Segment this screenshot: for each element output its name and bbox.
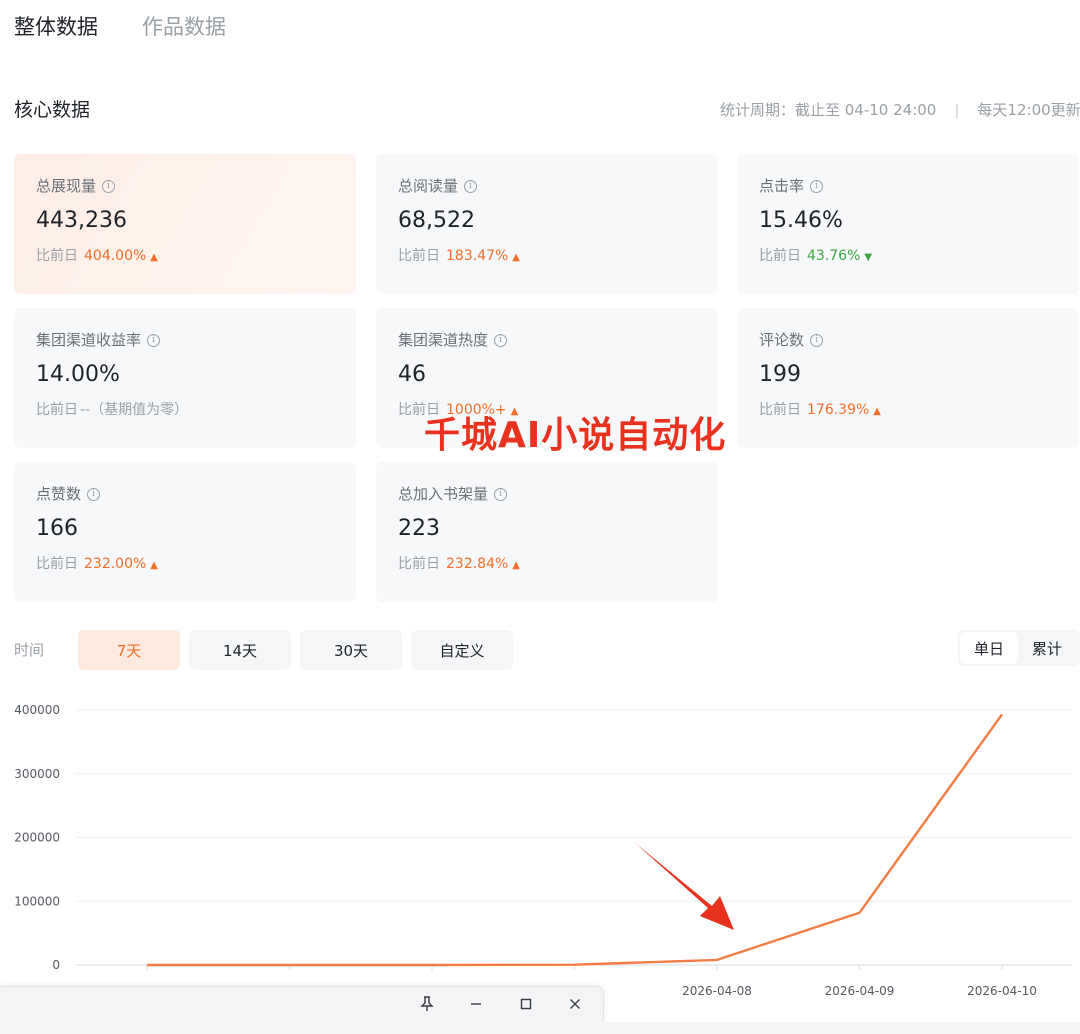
metric-label: 总阅读量 i xyxy=(398,176,696,196)
info-icon[interactable]: i xyxy=(102,179,116,193)
trend-up-icon: ▲ xyxy=(873,406,881,417)
metric-value: 199 xyxy=(759,362,801,387)
info-icon[interactable]: i xyxy=(494,487,508,501)
y-tick-label: 200000 xyxy=(14,831,60,845)
time-filter-label: 时间 xyxy=(14,641,45,659)
floating-window-bar xyxy=(0,986,604,1022)
tab-works-data[interactable]: 作品数据 xyxy=(142,10,226,44)
metric-compare: 比前日 232.84% ▲ xyxy=(398,556,520,572)
bottom-strip xyxy=(0,1022,1080,1034)
metric-card-comments[interactable]: 评论数 i 199 比前日 176.39% ▲ xyxy=(737,308,1079,448)
series-line xyxy=(147,713,1003,967)
metric-compare: 比前日 232.00% ▲ xyxy=(36,556,158,572)
range-30d-button[interactable]: 30天 xyxy=(300,630,402,670)
trend-up-icon: ▲ xyxy=(512,560,520,571)
trend-up-icon: ▲ xyxy=(512,252,520,263)
metric-compare: 比前日 43.76% ▼ xyxy=(759,248,873,264)
info-icon[interactable]: i xyxy=(494,333,508,347)
toggle-daily[interactable]: 单日 xyxy=(960,632,1018,664)
trend-up-icon: ▲ xyxy=(150,252,158,263)
y-tick-label: 300000 xyxy=(14,767,60,781)
metric-card-reads[interactable]: 总阅读量 i 68,522 比前日 183.47% ▲ xyxy=(376,154,718,294)
range-custom-button[interactable]: 自定义 xyxy=(411,630,513,670)
trend-line-chart: 0 100000 200000 300000 400000 2026-04-08 2026-… xyxy=(14,703,1072,998)
metric-card-likes[interactable]: 点赞数 i 166 比前日 232.00% ▲ xyxy=(14,462,356,602)
x-tick-label: 2026-04-09 xyxy=(825,984,895,998)
metric-compare: 比前日 176.39% ▲ xyxy=(759,402,881,418)
metric-label: 集团渠道收益率 i xyxy=(36,330,334,350)
metric-value: 223 xyxy=(398,516,440,541)
metric-compare: 比前日 183.47% ▲ xyxy=(398,248,520,264)
metric-label: 点赞数 i xyxy=(36,484,334,504)
update-text: 每天12:00更新 xyxy=(977,101,1080,119)
x-tick-label: 2026-04-10 xyxy=(967,984,1037,998)
maximize-icon[interactable] xyxy=(513,991,539,1017)
stat-period: 统计周期：截止至 04-10 24:00 | 每天12:00更新 xyxy=(720,98,1080,122)
metric-card-bookshelf[interactable]: 总加入书架量 i 223 比前日 232.84% ▲ xyxy=(376,462,718,602)
info-icon[interactable]: i xyxy=(147,333,161,347)
info-icon[interactable]: i xyxy=(464,179,478,193)
info-icon[interactable]: i xyxy=(810,333,824,347)
trend-up-icon: ▲ xyxy=(150,560,158,571)
info-icon[interactable]: i xyxy=(810,179,824,193)
toggle-cumulative[interactable]: 累计 xyxy=(1018,632,1076,664)
metric-value: 14.00% xyxy=(36,362,120,387)
metric-label: 总加入书架量 i xyxy=(398,484,696,504)
metric-card-ctr[interactable]: 点击率 i 15.46% 比前日 43.76% ▼ xyxy=(737,154,1079,294)
metric-value: 443,236 xyxy=(36,208,127,233)
metric-label: 点击率 i xyxy=(759,176,1057,196)
range-14d-button[interactable]: 14天 xyxy=(189,630,291,670)
y-tick-label: 100000 xyxy=(14,894,60,908)
metric-label: 总展现量 i xyxy=(36,176,334,196)
metric-compare: 比前日 404.00% ▲ xyxy=(36,248,158,264)
metric-label: 集团渠道热度 i xyxy=(398,330,696,350)
top-tabs: 整体数据 作品数据 xyxy=(14,10,226,44)
metric-label: 评论数 i xyxy=(759,330,1057,350)
x-tick-label: 2026-04-08 xyxy=(682,984,752,998)
view-toggle: 单日 累计 xyxy=(958,630,1080,666)
metric-compare: 比前日 --（基期值为零） xyxy=(36,402,189,418)
annotation-arrow-icon xyxy=(634,842,734,930)
metric-value: 46 xyxy=(398,362,426,387)
pin-icon[interactable] xyxy=(414,991,440,1017)
metric-value: 15.46% xyxy=(759,208,843,233)
watermark-text: 千城AI小说自动化 xyxy=(424,415,727,456)
metric-card-channel-yield[interactable]: 集团渠道收益率 i 14.00% 比前日 --（基期值为零） xyxy=(14,308,356,448)
section-title: 核心数据 xyxy=(14,99,91,121)
minimize-icon[interactable] xyxy=(463,991,489,1017)
y-tick-label: 400000 xyxy=(14,703,60,717)
range-7d-button[interactable]: 7天 xyxy=(78,630,180,670)
page: 整体数据 作品数据 核心数据 统计周期：截止至 04-10 24:00 | 每天12… xyxy=(0,0,1080,1034)
metric-value: 68,522 xyxy=(398,208,475,233)
close-icon[interactable] xyxy=(562,991,588,1017)
period-divider: | xyxy=(954,101,960,119)
trend-down-icon: ▼ xyxy=(864,252,873,263)
y-tick-label: 0 xyxy=(52,958,60,972)
period-text: 统计周期：截止至 04-10 24:00 xyxy=(720,101,937,119)
tab-overall-data[interactable]: 整体数据 xyxy=(14,10,98,44)
metric-card-impressions[interactable]: 总展现量 i 443,236 比前日 404.00% ▲ xyxy=(14,154,356,294)
info-icon[interactable]: i xyxy=(87,487,101,501)
metric-value: 166 xyxy=(36,516,78,541)
